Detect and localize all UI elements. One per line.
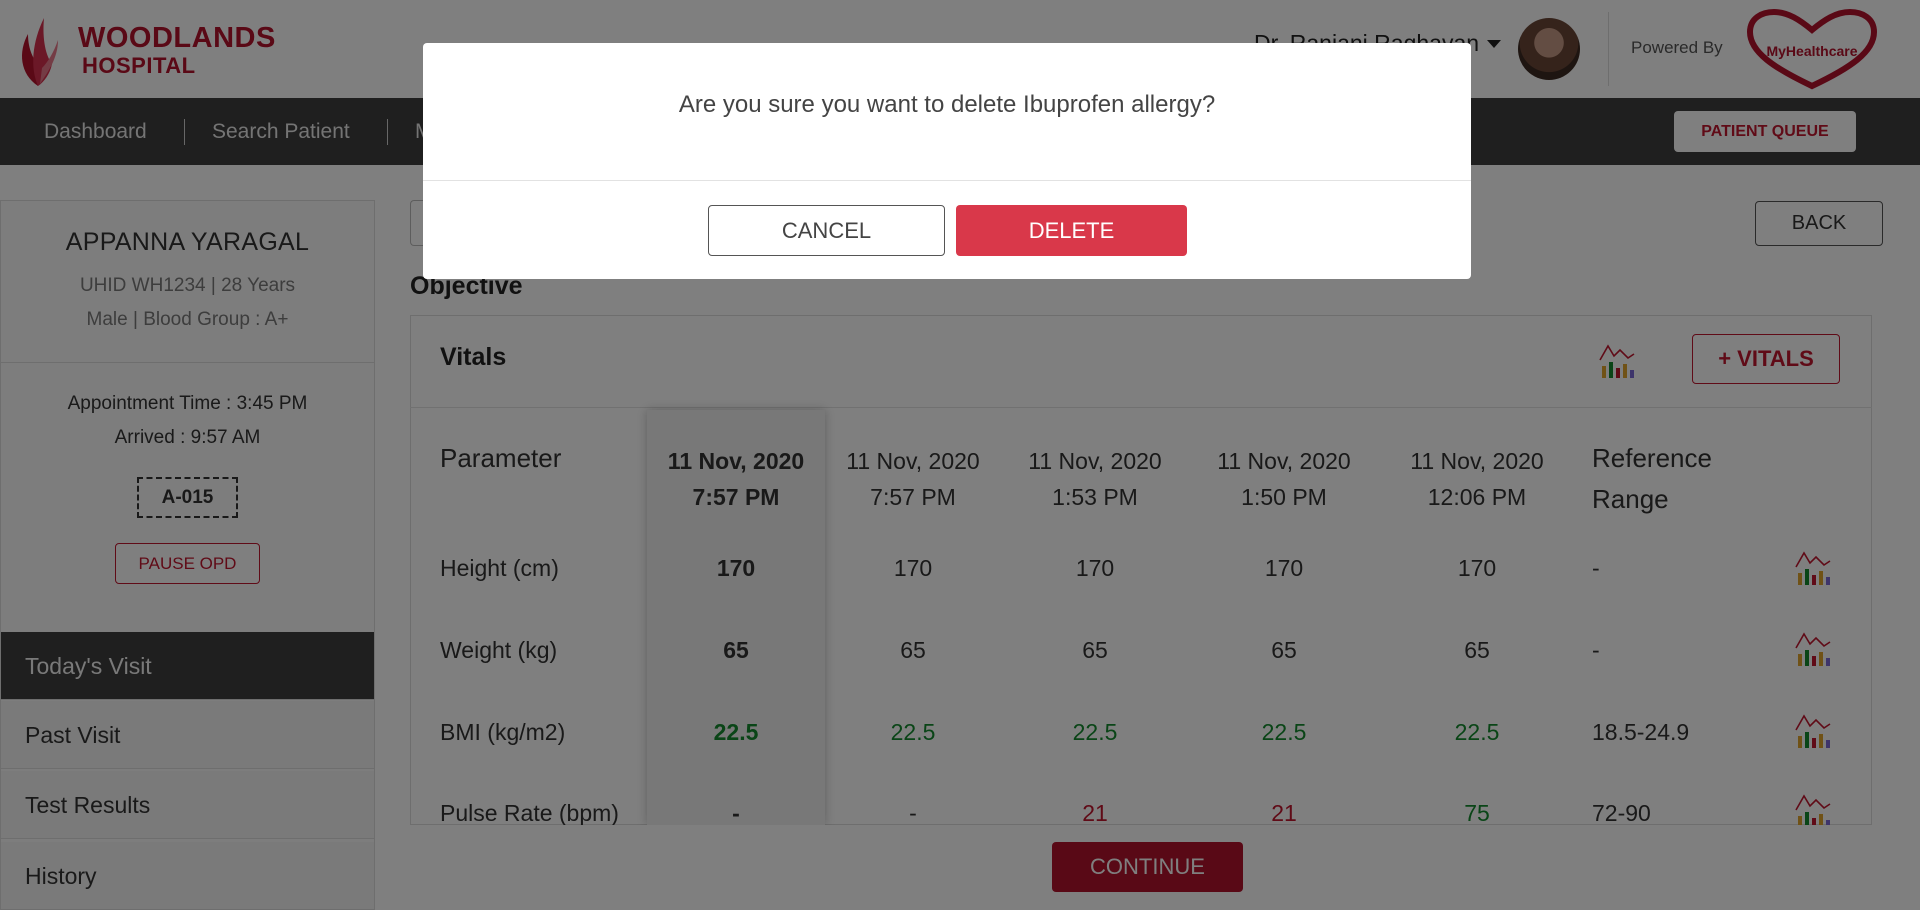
delete-button[interactable]: DELETE <box>956 205 1187 256</box>
confirm-delete-dialog: Are you sure you want to delete Ibuprofe… <box>423 43 1471 279</box>
dialog-divider <box>423 180 1471 181</box>
cancel-button[interactable]: CANCEL <box>708 205 945 256</box>
dialog-message: Are you sure you want to delete Ibuprofe… <box>678 91 1216 118</box>
